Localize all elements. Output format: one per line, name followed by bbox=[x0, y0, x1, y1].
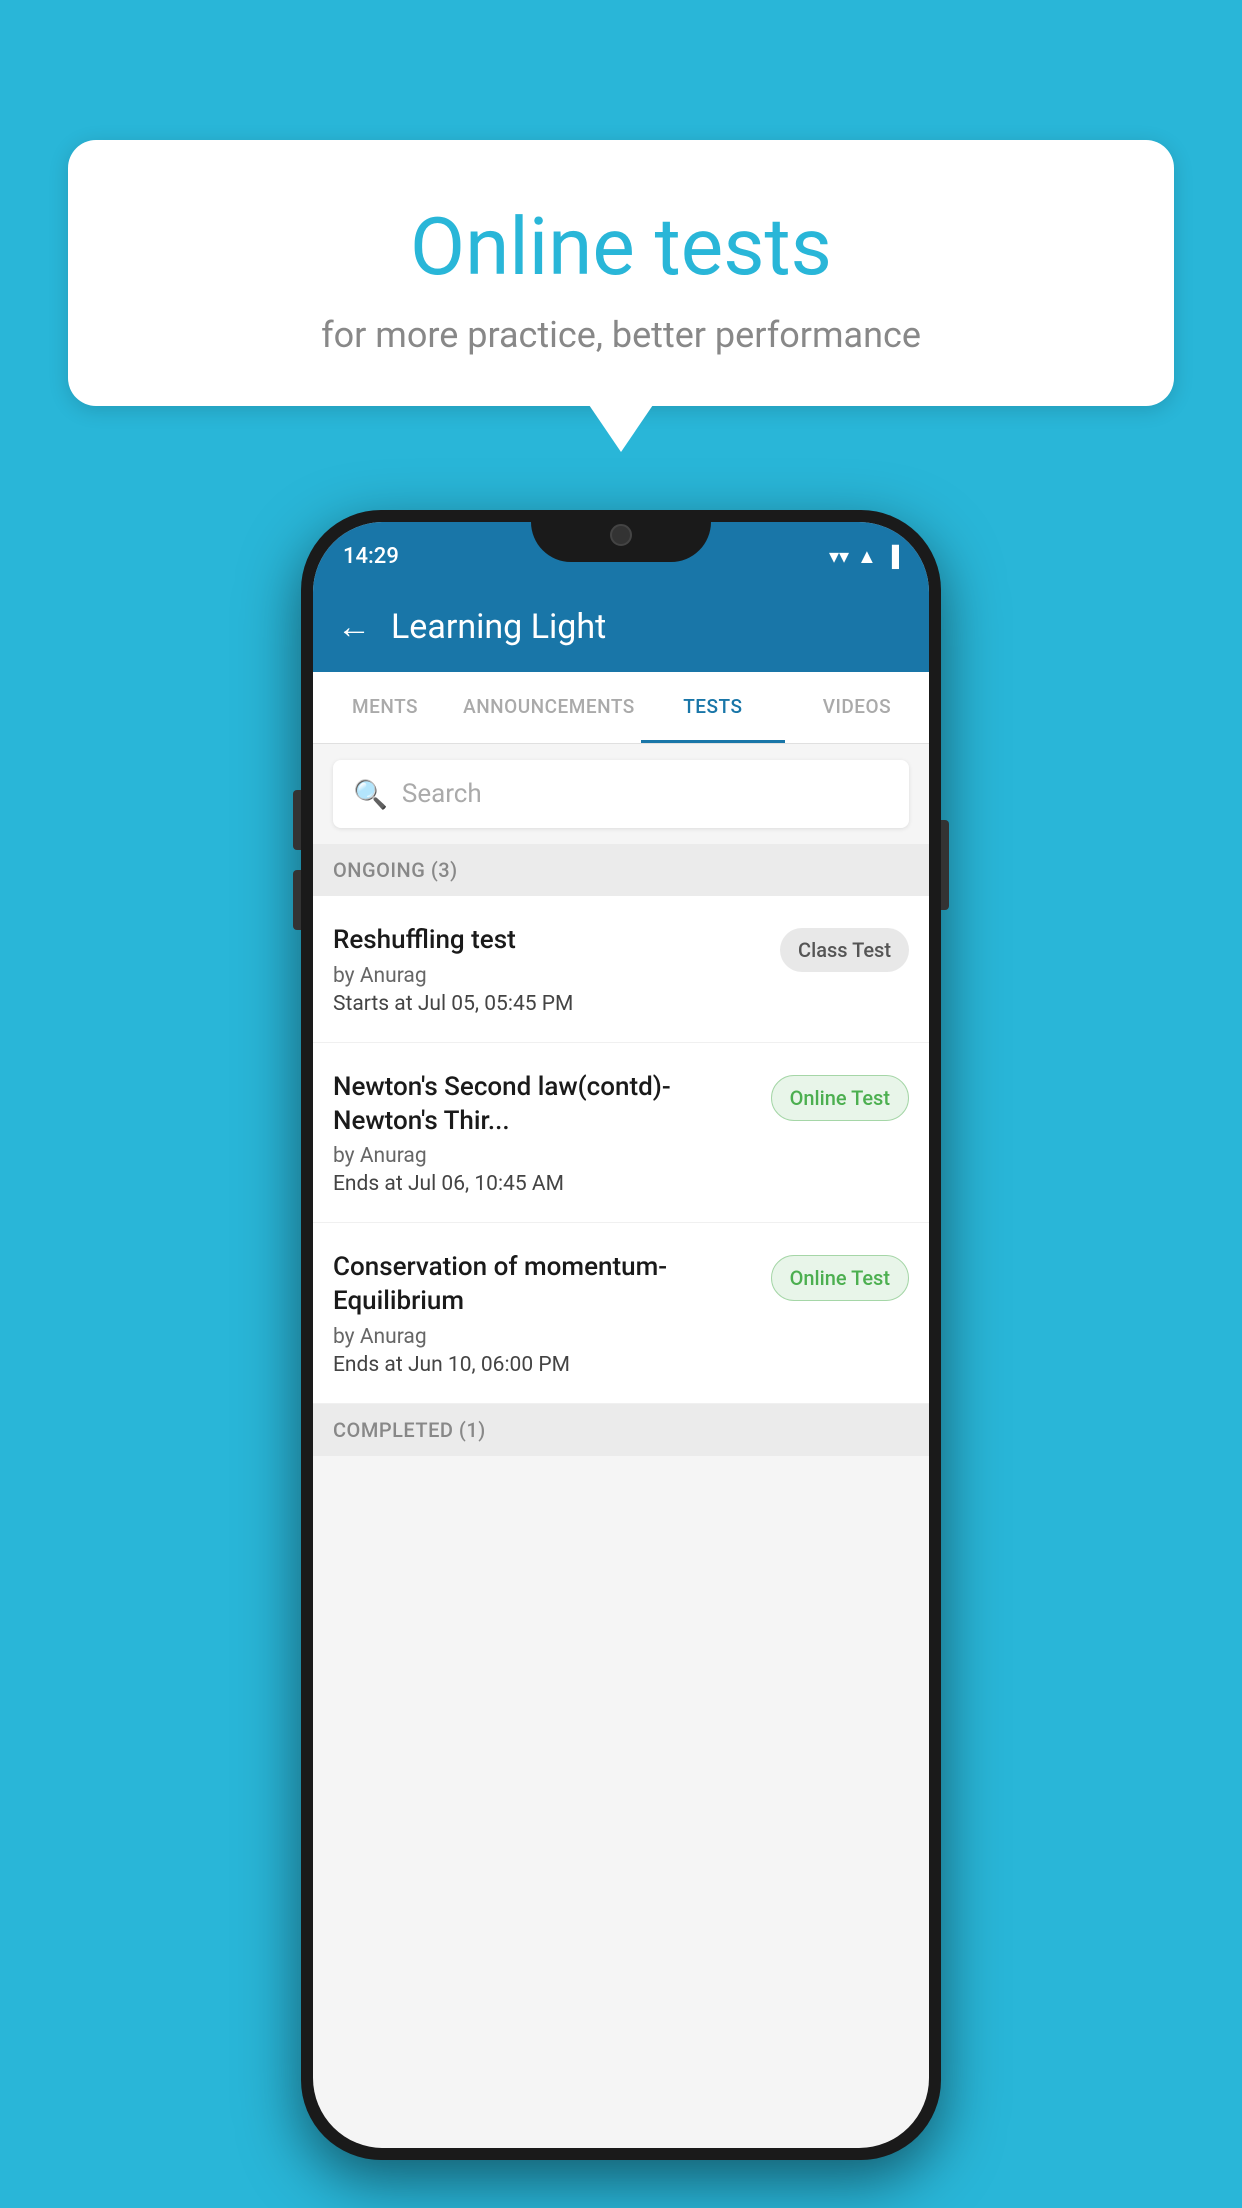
tab-tests[interactable]: TESTS bbox=[641, 672, 785, 743]
test-info: Newton's Second law(contd)-Newton's Thir… bbox=[333, 1071, 755, 1197]
speech-bubble: Online tests for more practice, better p… bbox=[68, 140, 1174, 406]
test-info: Conservation of momentum-Equilibrium by … bbox=[333, 1251, 755, 1377]
tabs-bar: MENTS ANNOUNCEMENTS TESTS VIDEOS bbox=[313, 672, 929, 744]
ongoing-section-header: ONGOING (3) bbox=[313, 844, 929, 896]
back-button[interactable]: ← bbox=[337, 607, 371, 647]
power-button bbox=[941, 820, 949, 910]
test-list: Reshuffling test by Anurag Starts at Jul… bbox=[313, 896, 929, 1404]
search-bar[interactable]: 🔍 Search bbox=[333, 760, 909, 828]
online-test-badge-2: Online Test bbox=[771, 1255, 909, 1301]
phone-mockup: 14:29 ▾▾ ▲ ▐ ← Learning Light MENTS ANNO… bbox=[301, 510, 941, 2160]
app-title: Learning Light bbox=[391, 607, 606, 647]
tab-ments[interactable]: MENTS bbox=[313, 672, 457, 743]
phone-notch bbox=[531, 510, 711, 562]
test-title: Reshuffling test bbox=[333, 924, 764, 958]
online-test-badge: Online Test bbox=[771, 1075, 909, 1121]
test-author: by Anurag bbox=[333, 1325, 755, 1349]
search-placeholder: Search bbox=[402, 779, 482, 809]
test-author: by Anurag bbox=[333, 964, 764, 988]
test-item[interactable]: Newton's Second law(contd)-Newton's Thir… bbox=[313, 1043, 929, 1224]
test-time: Ends at Jul 06, 10:45 AM bbox=[333, 1172, 755, 1196]
bubble-title: Online tests bbox=[108, 200, 1134, 294]
bubble-subtitle: for more practice, better performance bbox=[108, 314, 1134, 356]
class-test-badge: Class Test bbox=[780, 928, 909, 972]
test-info: Reshuffling test by Anurag Starts at Jul… bbox=[333, 924, 764, 1016]
volume-up-button bbox=[293, 790, 301, 850]
test-author: by Anurag bbox=[333, 1144, 755, 1168]
phone-frame: 14:29 ▾▾ ▲ ▐ ← Learning Light MENTS ANNO… bbox=[301, 510, 941, 2160]
wifi-icon: ▾▾ bbox=[829, 544, 849, 568]
test-time: Starts at Jul 05, 05:45 PM bbox=[333, 992, 764, 1016]
phone-screen: 14:29 ▾▾ ▲ ▐ ← Learning Light MENTS ANNO… bbox=[313, 522, 929, 2148]
completed-section-header: COMPLETED (1) bbox=[313, 1404, 929, 1456]
signal-icon: ▲ bbox=[857, 544, 877, 569]
camera-icon bbox=[610, 524, 632, 546]
test-item[interactable]: Reshuffling test by Anurag Starts at Jul… bbox=[313, 896, 929, 1043]
test-title: Conservation of momentum-Equilibrium bbox=[333, 1251, 755, 1319]
tab-announcements[interactable]: ANNOUNCEMENTS bbox=[457, 672, 641, 743]
search-container: 🔍 Search bbox=[313, 744, 929, 844]
test-item[interactable]: Conservation of momentum-Equilibrium by … bbox=[313, 1223, 929, 1404]
status-icons: ▾▾ ▲ ▐ bbox=[829, 544, 899, 569]
volume-down-button bbox=[293, 870, 301, 930]
test-time: Ends at Jun 10, 06:00 PM bbox=[333, 1353, 755, 1377]
test-title: Newton's Second law(contd)-Newton's Thir… bbox=[333, 1071, 755, 1139]
status-time: 14:29 bbox=[343, 544, 399, 569]
battery-icon: ▐ bbox=[885, 544, 899, 569]
tab-videos[interactable]: VIDEOS bbox=[785, 672, 929, 743]
app-bar: ← Learning Light bbox=[313, 582, 929, 672]
search-icon: 🔍 bbox=[353, 778, 388, 811]
